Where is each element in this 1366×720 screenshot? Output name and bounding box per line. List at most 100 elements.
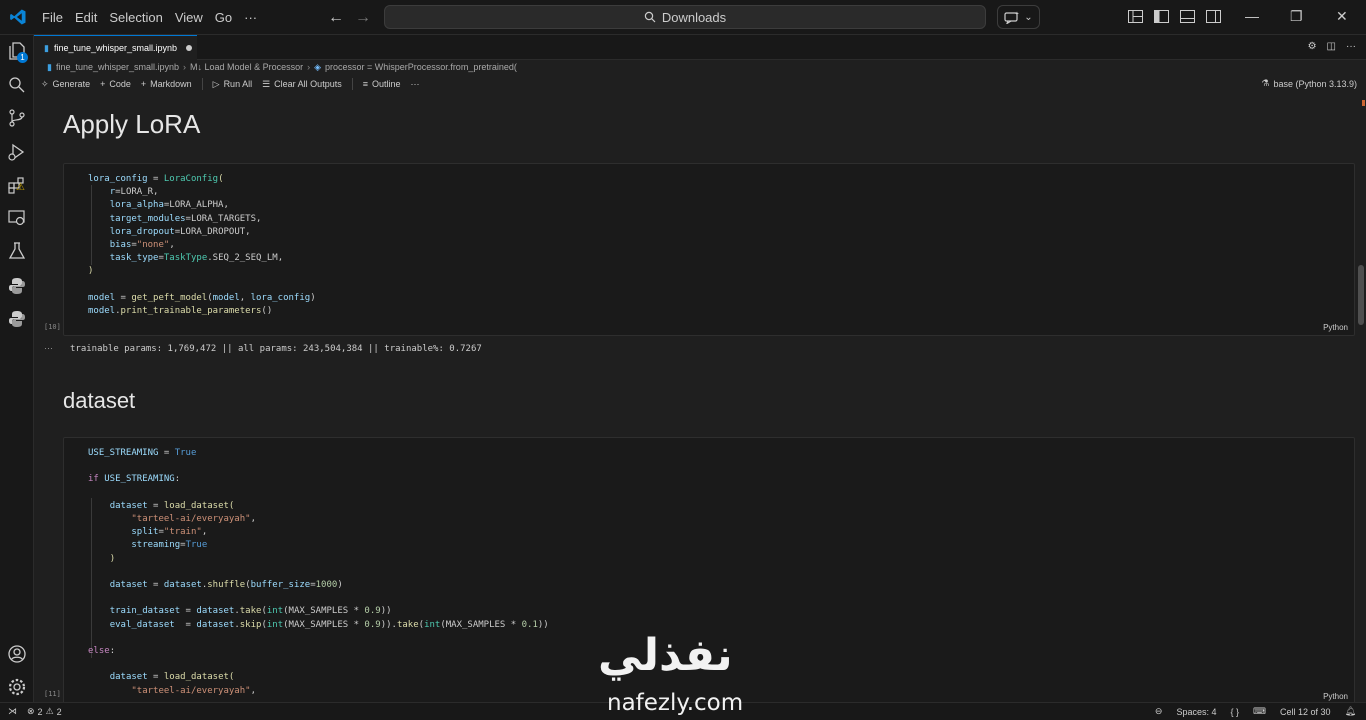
copilot-chat-icon — [1004, 11, 1020, 24]
warning-icon: ⚠ — [16, 182, 25, 193]
breadcrumb-file[interactable]: fine_tune_whisper_small.ipynb — [56, 62, 179, 72]
toggle-panel-icon[interactable] — [1180, 10, 1195, 23]
keyboard-icon[interactable]: ⌨ — [1253, 706, 1266, 717]
explorer-badge: 1 — [17, 52, 28, 63]
unsaved-dot-icon[interactable] — [186, 45, 193, 51]
problems-indicator[interactable]: ⊗ 2 ⚠ 2 — [27, 706, 62, 717]
customize-layout-icon[interactable] — [1128, 10, 1143, 23]
settings-gear-icon[interactable] — [7, 677, 27, 697]
notebook-toolbar: ✧ Generate + Code + Markdown ▷ Run All ☰… — [34, 74, 1366, 94]
cell-source[interactable]: USE_STREAMING = True if USE_STREAMING: d… — [88, 447, 549, 698]
add-markdown-cell-button[interactable]: + Markdown — [141, 79, 192, 89]
more-actions-icon[interactable]: ··· — [1346, 41, 1356, 52]
run-all-button[interactable]: ▷ Run All — [213, 79, 252, 90]
python-environments-icon[interactable] — [7, 309, 27, 329]
code-cell-lora[interactable]: lora_config = LoraConfig( r=LORA_R, lora… — [63, 163, 1355, 336]
kernel-picker[interactable]: ⚗ base (Python 3.13.9) — [1261, 78, 1357, 89]
vertical-scrollbar[interactable] — [1356, 95, 1366, 702]
breadcrumb-section[interactable]: M↓ Load Model & Processor — [190, 62, 303, 72]
forward-arrow-icon[interactable]: → — [355, 9, 371, 27]
watermark-latin: nafezly.com — [607, 690, 744, 716]
menu-file[interactable]: File — [36, 10, 69, 25]
toolbar-divider — [351, 78, 353, 90]
search-view-icon[interactable] — [7, 75, 27, 95]
back-arrow-icon[interactable]: ← — [328, 9, 344, 27]
warning-icon: ⚠ — [45, 706, 54, 716]
toggle-primary-sidebar-icon[interactable] — [1154, 10, 1169, 23]
execution-count: [10] — [44, 323, 61, 331]
vscode-logo-icon — [10, 9, 26, 25]
zoom-icon[interactable]: ⊖ — [1155, 706, 1163, 717]
scrollbar-thumb[interactable] — [1358, 265, 1364, 325]
toolbar-more-button[interactable]: ··· — [411, 79, 420, 89]
remote-explorer-icon[interactable] — [7, 208, 27, 228]
cell-position-status[interactable]: Cell 12 of 30 — [1280, 707, 1331, 717]
markdown-heading-apply-lora: Apply LoRA — [63, 109, 201, 139]
source-control-icon[interactable] — [7, 108, 27, 128]
account-icon[interactable] — [7, 644, 27, 664]
breadcrumb-file-icon: ▮ — [47, 61, 52, 72]
toggle-secondary-sidebar-icon[interactable] — [1206, 10, 1221, 23]
menu-selection[interactable]: Selection — [103, 10, 168, 25]
menu-go[interactable]: Go — [209, 10, 238, 25]
split-editor-icon[interactable]: ◫ — [1327, 41, 1336, 52]
code-label: Code — [109, 79, 131, 89]
generate-label: Generate — [52, 79, 91, 89]
restore-icon[interactable]: ❐ — [1290, 8, 1303, 25]
tab-actions: ⚙ ◫ ··· — [1308, 41, 1356, 52]
chevron-down-icon: ⌄ — [1024, 11, 1033, 23]
output-actions-button[interactable]: ··· — [44, 343, 53, 353]
notifications-bell-icon[interactable]: 🔔︎ — [1345, 706, 1356, 717]
generate-button[interactable]: ✧ Generate — [41, 79, 90, 90]
cell-output: trainable params: 1,769,472 || all param… — [70, 344, 482, 354]
add-code-cell-button[interactable]: + Code — [100, 79, 131, 89]
run-debug-icon[interactable] — [7, 142, 27, 162]
activity-bar — [0, 35, 34, 702]
clear-all-outputs-button[interactable]: ☰ Clear All Outputs — [262, 79, 342, 90]
kernel-label: base (Python 3.13.9) — [1273, 78, 1357, 89]
close-window-icon[interactable]: ✕ — [1336, 8, 1348, 25]
command-center-search[interactable]: Downloads — [384, 5, 986, 29]
title-bar: File Edit Selection View Go ··· ← → Down… — [0, 0, 1366, 35]
indentation-status[interactable]: Spaces: 4 — [1176, 707, 1216, 717]
tab-notebook[interactable]: ▮ fine_tune_whisper_small.ipynb — [34, 35, 197, 60]
scrollbar-marker — [1362, 100, 1365, 106]
tab-label: fine_tune_whisper_small.ipynb — [53, 43, 178, 53]
kernel-flask-icon: ⚗ — [1261, 78, 1270, 88]
plus-icon: + — [100, 79, 106, 89]
python-icon[interactable] — [7, 276, 27, 296]
search-icon — [644, 11, 656, 23]
markdown-label: Markdown — [150, 79, 192, 89]
error-count: 2 — [37, 706, 43, 717]
clear-outputs-label: Clear All Outputs — [274, 79, 342, 89]
markdown-heading-dataset: dataset — [63, 388, 136, 413]
breadcrumb-separator-icon: › — [307, 62, 311, 72]
menu-edit[interactable]: Edit — [69, 10, 103, 25]
minimize-icon[interactable]: — — [1245, 8, 1259, 24]
menu-more[interactable]: ··· — [238, 10, 263, 25]
breadcrumb-symbol[interactable]: processor = WhisperProcessor.from_pretra… — [325, 62, 517, 72]
watermark-arabic: نفذلي — [598, 630, 733, 681]
list-icon: ≡ — [362, 79, 368, 89]
remote-indicator-icon[interactable]: ⋊ — [8, 706, 17, 717]
outline-button[interactable]: ≡ Outline — [363, 79, 401, 89]
breadcrumb-separator-icon: › — [183, 62, 187, 72]
symbol-variable-icon: ◈ — [314, 61, 322, 72]
testing-flask-icon[interactable] — [7, 241, 27, 261]
cell-language[interactable]: Python — [1323, 692, 1348, 701]
language-mode-status[interactable]: { } — [1231, 707, 1240, 717]
menu-view[interactable]: View — [169, 10, 209, 25]
copilot-button[interactable]: ⌄ — [997, 5, 1040, 29]
breadcrumb: ▮ fine_tune_whisper_small.ipynb › M↓ Loa… — [34, 60, 1366, 74]
cell-source[interactable]: lora_config = LoraConfig( r=LORA_R, lora… — [88, 173, 316, 318]
sparkle-icon: ✧ — [41, 78, 49, 89]
editor-tab-bar: ▮ fine_tune_whisper_small.ipynb ⚙ ◫ ··· — [34, 35, 1366, 60]
menu-bar: File Edit Selection View Go ··· — [36, 0, 263, 35]
run-all-icon: ▷ — [212, 78, 220, 89]
plus-icon: + — [140, 79, 147, 89]
run-all-label: Run All — [223, 79, 253, 89]
notebook-settings-gear-icon[interactable]: ⚙ — [1308, 41, 1317, 52]
cell-language[interactable]: Python — [1323, 323, 1348, 332]
search-label: Downloads — [661, 9, 727, 25]
clear-all-icon: ☰ — [262, 78, 271, 89]
